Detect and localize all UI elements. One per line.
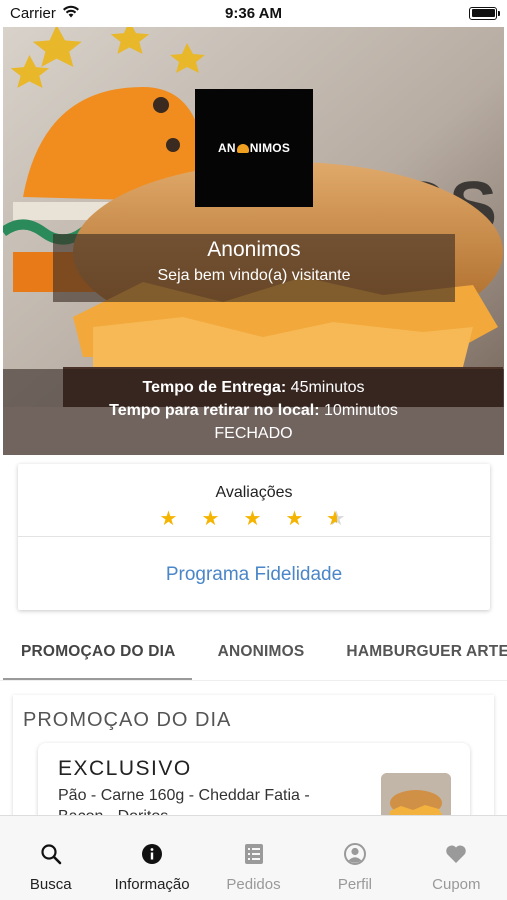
logo-text-left: AN [217,141,236,155]
delivery-time-value: 45minutos [290,379,365,396]
store-info-panel: Tempo de Entrega: 45minutos Tempo para r… [3,369,504,455]
store-logo: AN NIMOS [195,89,313,207]
ratings-title: Avaliações [215,484,293,501]
pickup-time-label: Tempo para retirar no local: [109,402,320,419]
nav-perfil[interactable]: Perfil [304,816,405,900]
list-icon [242,842,266,866]
nav-label: Busca [29,876,72,893]
tab-anonimos[interactable]: ANONIMOS [197,626,326,678]
star-icon: ★ [285,508,304,530]
status-bar: Carrier 9:36 AM [0,0,507,26]
active-tab-indicator [3,678,192,680]
info-icon [140,842,164,866]
nav-cupom[interactable]: Cupom [406,816,507,900]
category-tabs: PROMOÇAO DO DIA ANONIMOS HAMBURGUER ARTE… [0,626,507,681]
tab-hamburguer-artes[interactable]: HAMBURGUER ARTES [325,626,507,678]
divider [18,536,490,537]
battery-icon [469,6,500,20]
search-icon [39,842,63,866]
store-name: Anonimos [207,238,301,261]
nav-busca[interactable]: Busca [0,816,101,900]
logo-text-right: NIMOS [249,141,291,155]
delivery-time-label: Tempo de Entrega: [142,379,287,396]
section-title: PROMOÇAO DO DIA [23,709,232,731]
delivery-time-row: Tempo de Entrega: 45minutos [3,376,504,399]
store-header: IMOS AN NIMOS Anonimos Seja bem vindo(a)… [3,27,504,455]
store-name-panel: Anonimos Seja bem vindo(a) visitante [53,234,455,302]
nav-label: Pedidos [226,876,281,893]
ratings-card: Avaliações ★ ★ ★ ★ ★ ★ Programa Fidelidad… [18,464,490,610]
nav-informacao[interactable]: Informação [101,816,202,900]
nav-label: Perfil [337,876,373,893]
star-icon: ★ [159,508,178,530]
pickup-time-value: 10minutos [324,402,398,419]
star-icon: ★ [201,508,220,530]
tab-promocao-do-dia[interactable]: PROMOÇAO DO DIA [0,626,197,678]
welcome-message: Seja bem vindo(a) visitante [157,267,351,284]
pickup-time-row: Tempo para retirar no local: 10minutos [3,399,504,422]
burger-logo-icon [236,143,249,153]
carrier-label: Carrier [10,4,56,22]
star-icon: ★ [243,508,262,530]
half-star-icon: ★ ★ [326,508,346,530]
tabs-divider [0,680,507,681]
nav-label: Informação [114,876,190,893]
bottom-navigation: Busca Informação Pedidos Perfil Cupom [0,815,507,900]
heart-icon [444,842,468,866]
nav-pedidos[interactable]: Pedidos [203,816,304,900]
store-status: FECHADO [214,425,293,442]
nav-label: Cupom [432,876,481,893]
wifi-icon [62,5,80,22]
person-icon [343,842,367,866]
status-left: Carrier [10,5,80,22]
app-screen: Carrier 9:36 AM AN NIMOS Anonimos Seja b… [0,0,507,900]
loyalty-program-link[interactable]: Programa Fidelidade [18,564,490,586]
product-name: EXCLUSIVO [58,757,192,780]
rating-stars: ★ ★ ★ ★ ★ ★ [158,508,347,530]
